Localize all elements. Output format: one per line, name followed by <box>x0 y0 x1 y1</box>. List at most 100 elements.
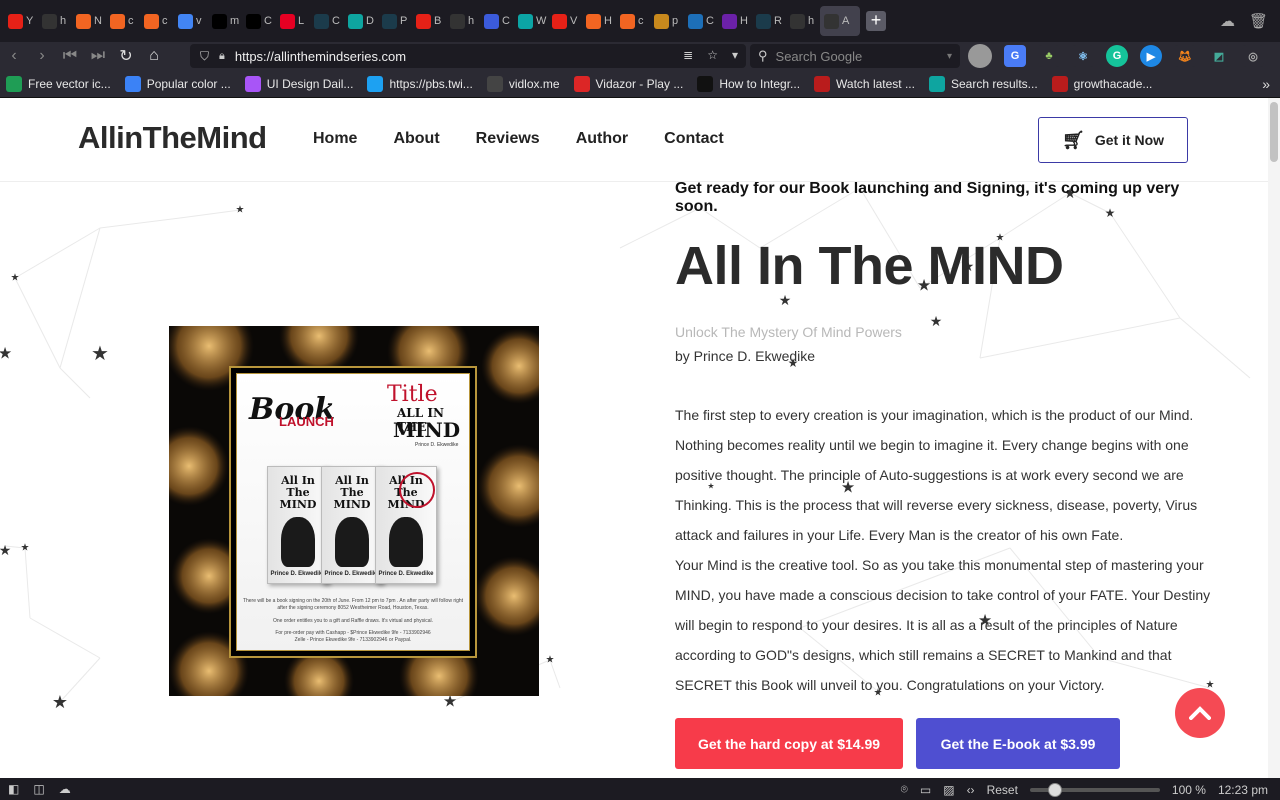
bookmark-item[interactable]: Search results... <box>928 75 1038 92</box>
browser-tab[interactable]: B <box>412 6 446 36</box>
browser-tab[interactable]: N <box>72 6 106 36</box>
nav-contact[interactable]: Contact <box>664 130 724 148</box>
url-text[interactable]: https://allinthemindseries.com <box>235 49 406 64</box>
bookmark-label: Free vector ic... <box>28 76 111 91</box>
menu-icon[interactable]: ◎ <box>1242 45 1264 67</box>
image-icon[interactable]: ▨ <box>943 783 954 797</box>
bookmark-item[interactable]: vidlox.me <box>486 75 560 92</box>
browser-tab[interactable]: c <box>140 6 174 36</box>
code-icon[interactable]: ‹› <box>967 783 975 797</box>
browser-tab[interactable]: C <box>242 6 276 36</box>
extension-icon[interactable]: ◩ <box>1208 45 1230 67</box>
bookmark-item[interactable]: Free vector ic... <box>6 75 111 92</box>
nav-author[interactable]: Author <box>576 130 628 148</box>
forward-icon[interactable]: › <box>28 47 56 65</box>
trash-icon[interactable]: 🗑︎ <box>1249 12 1268 30</box>
browser-tab[interactable]: W <box>514 6 548 36</box>
browser-tab[interactable]: H <box>718 6 752 36</box>
window-icon[interactable]: ▭ <box>920 783 931 797</box>
browser-tab[interactable]: c <box>616 6 650 36</box>
bookmark-item[interactable]: How to Integr... <box>697 75 800 92</box>
browser-tab[interactable]: C <box>310 6 344 36</box>
book-cover-author: Prince D. Ekwedike <box>324 571 380 577</box>
grammarly-icon[interactable]: G <box>1106 45 1128 67</box>
chevron-right-icon[interactable]: » <box>1262 76 1270 92</box>
scroll-to-top-button[interactable] <box>1175 688 1225 738</box>
nav-about[interactable]: About <box>393 130 439 148</box>
shield-icon[interactable]: ⛉ <box>200 49 209 64</box>
nav-home[interactable]: Home <box>313 130 357 148</box>
page-scrollbar[interactable] <box>1268 98 1280 778</box>
browser-tab[interactable]: R <box>752 6 786 36</box>
lock-icon[interactable]: 🔒︎ <box>219 50 225 63</box>
browser-tab[interactable]: A <box>820 6 860 36</box>
bookmark-item[interactable]: UI Design Dail... <box>244 75 353 92</box>
browser-tab[interactable]: L <box>276 6 310 36</box>
s-icon <box>928 75 945 92</box>
network-line <box>14 277 61 369</box>
reload-icon[interactable]: ↻ <box>112 46 140 66</box>
zoom-reset-button[interactable]: Reset <box>987 783 1018 797</box>
chevron-down-icon[interactable]: ▾ <box>947 51 952 62</box>
home-icon[interactable]: ⌂ <box>140 47 168 65</box>
zoom-slider-knob[interactable] <box>1047 782 1062 797</box>
camera-icon[interactable]: ⌾ <box>901 782 908 797</box>
ui-icon <box>244 75 261 92</box>
site-logo[interactable]: AllinTheMind <box>78 120 267 156</box>
bookmark-item[interactable]: Popular color ... <box>124 75 231 92</box>
bookmark-item[interactable]: Watch latest ... <box>814 75 915 92</box>
zoom-slider[interactable] <box>1029 782 1160 797</box>
browser-tab[interactable]: C <box>684 6 718 36</box>
browser-tab[interactable]: Y <box>4 6 38 36</box>
cloud-icon[interactable]: ☁ <box>1220 12 1235 30</box>
hard-copy-button[interactable]: Get the hard copy at $14.99 <box>675 718 903 769</box>
search-icon: ⚲ <box>758 48 768 63</box>
poster-gift-text: One order entitles you to a gift and Raf… <box>272 618 434 624</box>
reader-view-icon[interactable]: ≣ <box>683 48 693 62</box>
bookmark-item[interactable]: https://pbs.twi... <box>367 75 473 92</box>
url-bar[interactable]: ⛉ 🔒︎ https://allinthemindseries.com ≣ ☆ … <box>190 44 746 68</box>
network-line <box>24 547 31 619</box>
tab-layout-icon[interactable]: ◫ <box>33 782 44 796</box>
metamask-icon[interactable]: 🦊︎ <box>1174 45 1196 67</box>
chart-icon <box>76 13 91 29</box>
video-icon[interactable]: ▶ <box>1140 45 1162 67</box>
back-icon[interactable]: ‹ <box>0 47 28 65</box>
browser-tab[interactable]: H <box>582 6 616 36</box>
browser-tab[interactable]: h <box>38 6 72 36</box>
sidebar-toggle-icon[interactable]: ◧ <box>8 782 19 796</box>
nav-reviews[interactable]: Reviews <box>476 130 540 148</box>
browser-tab[interactable]: h <box>786 6 820 36</box>
profile-avatar[interactable] <box>968 44 992 68</box>
skip-back-icon[interactable]: ⏮ <box>56 47 84 65</box>
browser-tab[interactable]: v <box>174 6 208 36</box>
browser-tab[interactable]: P <box>378 6 412 36</box>
bookmark-icon[interactable]: ☆ <box>707 48 718 62</box>
browser-tab[interactable]: c <box>106 6 140 36</box>
browser-tab[interactable]: m <box>208 6 242 36</box>
ebook-button[interactable]: Get the E-book at $3.99 <box>916 718 1120 769</box>
browser-tab[interactable]: h <box>446 6 480 36</box>
description-paragraph-1: The first step to every creation is your… <box>675 407 1198 543</box>
browser-tab[interactable]: C <box>480 6 514 36</box>
tab-title: C <box>264 15 272 27</box>
scrollbar-thumb[interactable] <box>1270 102 1278 162</box>
triangle-icon <box>246 13 261 29</box>
new-tab-button[interactable]: + <box>866 11 886 31</box>
extension-icon[interactable]: ♣ <box>1038 45 1060 67</box>
silhouette-icon <box>281 517 315 567</box>
chevron-down-icon[interactable]: ▾ <box>732 48 738 62</box>
browser-tab[interactable]: p <box>650 6 684 36</box>
tab-title: R <box>774 15 782 27</box>
browser-tab[interactable]: D <box>344 6 378 36</box>
cloud-icon[interactable]: ☁ <box>59 782 71 796</box>
github-icon <box>790 13 805 29</box>
browser-tab[interactable]: V <box>548 6 582 36</box>
skip-forward-icon[interactable]: ⏭ <box>84 47 112 65</box>
search-bar[interactable]: ⚲ Search Google ▾ <box>750 44 960 68</box>
get-it-now-button[interactable]: 🛒︎ Get it Now <box>1038 117 1188 163</box>
bookmark-item[interactable]: growthacade... <box>1051 75 1152 92</box>
react-devtools-icon[interactable]: ⚛ <box>1072 45 1094 67</box>
bookmark-item[interactable]: Vidazor - Play ... <box>573 75 683 92</box>
translate-icon[interactable]: G <box>1004 45 1026 67</box>
